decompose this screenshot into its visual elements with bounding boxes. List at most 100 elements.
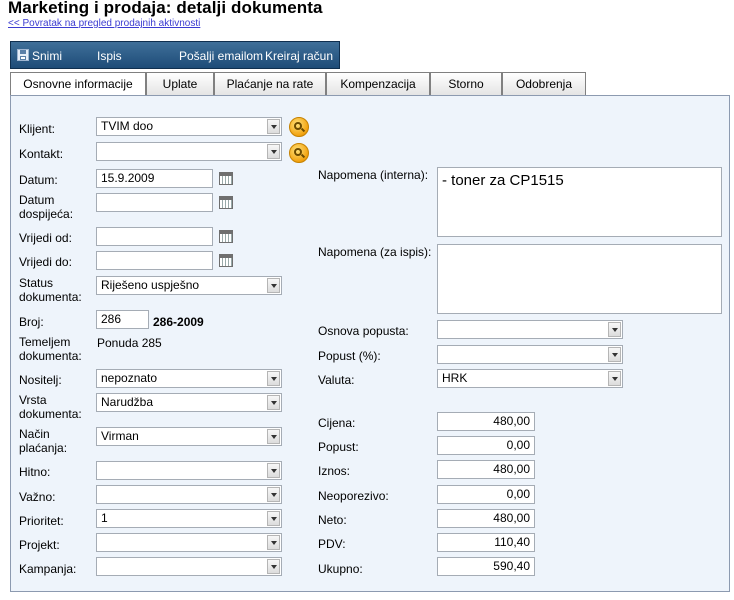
chevron-down-icon[interactable] — [267, 559, 280, 574]
tab-kompenzacija[interactable]: Kompenzacija — [326, 72, 430, 95]
temeljem-value: Ponuda 285 — [97, 336, 162, 350]
popust-pct-select[interactable] — [437, 345, 623, 364]
klijent-value: TVIM doo — [101, 119, 154, 133]
calendar-icon[interactable] — [219, 254, 233, 267]
chevron-down-icon[interactable] — [267, 429, 280, 444]
nacin-placanja-select[interactable]: Virman — [96, 427, 282, 446]
tab-odobrenja[interactable]: Odobrenja — [502, 72, 586, 95]
email-button[interactable]: Pošalji emailom — [179, 49, 263, 63]
status-value: Riješeno uspješno — [101, 278, 200, 292]
chevron-down-icon[interactable] — [267, 144, 280, 159]
calendar-icon[interactable] — [219, 196, 233, 209]
kontakt-label: Kontakt: — [19, 147, 64, 161]
napomena-ispis-label: Napomena (za ispis): — [318, 245, 432, 259]
vrijedi-od-label: Vrijedi od: — [19, 231, 72, 245]
ukupno-label: Ukupno: — [318, 562, 363, 576]
vrsta-select[interactable]: Narudžba — [96, 393, 282, 412]
neto-input[interactable]: 480,00 — [437, 509, 535, 528]
vrsta-label-1: Vrsta — [19, 393, 47, 407]
save-button[interactable]: Snimi — [32, 49, 62, 63]
temeljem-label-1: Temeljem — [19, 335, 71, 349]
chevron-down-icon[interactable] — [267, 487, 280, 502]
vazno-label: Važno: — [19, 490, 56, 504]
kampanja-select[interactable] — [96, 557, 282, 576]
kampanja-label: Kampanja: — [19, 562, 77, 576]
chevron-down-icon[interactable] — [267, 463, 280, 478]
nositelj-value: nepoznato — [101, 371, 158, 385]
tab-storno[interactable]: Storno — [430, 72, 502, 95]
napomena-ispis-textarea[interactable] — [437, 244, 722, 314]
tab-osnovne-informacije[interactable]: Osnovne informacije — [10, 72, 146, 97]
datum-dospijeca-label-1: Datum — [19, 193, 55, 207]
vrijedi-od-input[interactable] — [96, 227, 213, 246]
prioritet-label: Prioritet: — [19, 514, 64, 528]
kontakt-select[interactable] — [96, 142, 282, 161]
nacin-placanja-label-2: plaćanja: — [19, 441, 68, 455]
status-select[interactable]: Riješeno uspješno — [96, 276, 282, 295]
toolbar: Snimi Ispis Pošalji emailom Kreiraj raču… — [10, 41, 340, 69]
nositelj-label: Nositelj: — [19, 373, 62, 387]
chevron-down-icon[interactable] — [608, 347, 621, 362]
search-icon[interactable] — [289, 143, 309, 163]
vazno-select[interactable] — [96, 485, 282, 504]
cijena-input[interactable]: 480,00 — [437, 412, 535, 431]
klijent-label: Klijent: — [19, 122, 56, 136]
datum-label: Datum: — [19, 173, 58, 187]
nositelj-select[interactable]: nepoznato — [96, 369, 282, 388]
hitno-select[interactable] — [96, 461, 282, 480]
popust-pct-label: Popust (%): — [318, 349, 381, 363]
chevron-down-icon[interactable] — [267, 511, 280, 526]
nacin-placanja-value: Virman — [101, 429, 139, 443]
valuta-label: Valuta: — [318, 373, 355, 387]
pdv-input[interactable]: 110,40 — [437, 533, 535, 552]
back-link[interactable]: << Povratak na pregled prodajnih aktivno… — [8, 18, 200, 29]
iznos-label: Iznos: — [318, 464, 351, 478]
chevron-down-icon[interactable] — [267, 119, 280, 134]
print-button[interactable]: Ispis — [97, 49, 122, 63]
vrsta-label-2: dokumenta: — [19, 407, 82, 421]
prioritet-select[interactable]: 1 — [96, 509, 282, 528]
hitno-label: Hitno: — [19, 465, 51, 479]
osnova-popusta-label: Osnova popusta: — [318, 324, 409, 338]
osnova-popusta-select[interactable] — [437, 320, 623, 339]
valuta-select[interactable]: HRK — [437, 369, 623, 388]
neoporezivo-input[interactable]: 0,00 — [437, 485, 535, 504]
iznos-input[interactable]: 480,00 — [437, 460, 535, 479]
chevron-down-icon[interactable] — [608, 371, 621, 386]
vrijedi-do-input[interactable] — [96, 251, 213, 270]
details-panel: Klijent: TVIM doo Kontakt: Datum: 15.9.2… — [10, 95, 730, 592]
projekt-select[interactable] — [96, 533, 282, 552]
datum-input[interactable]: 15.9.2009 — [96, 169, 213, 188]
datum-dospijeca-label-2: dospijeća: — [19, 207, 74, 221]
chevron-down-icon[interactable] — [267, 371, 280, 386]
chevron-down-icon[interactable] — [267, 395, 280, 410]
napomena-interna-textarea[interactable]: - toner za CP1515 — [437, 167, 722, 237]
popust-input[interactable]: 0,00 — [437, 436, 535, 455]
nacin-placanja-label-1: Način — [19, 427, 50, 441]
broj-full-value: 286-2009 — [153, 315, 204, 329]
ukupno-input[interactable]: 590,40 — [437, 557, 535, 576]
vrijedi-do-label: Vrijedi do: — [19, 255, 72, 269]
prioritet-value: 1 — [101, 511, 108, 525]
search-icon[interactable] — [289, 117, 309, 137]
broj-label: Broj: — [19, 315, 44, 329]
status-label-1: Status — [19, 276, 54, 290]
create-invoice-button[interactable]: Kreiraj račun — [265, 49, 333, 63]
calendar-icon[interactable] — [219, 230, 233, 243]
broj-input[interactable]: 286 — [96, 310, 149, 329]
calendar-icon[interactable] — [219, 172, 233, 185]
vrsta-value: Narudžba — [101, 395, 154, 409]
tab-placanje-na-rate[interactable]: Plaćanje na rate — [214, 72, 326, 95]
chevron-down-icon[interactable] — [608, 322, 621, 337]
napomena-interna-label: Napomena (interna): — [318, 168, 429, 182]
pdv-label: PDV: — [318, 537, 346, 551]
chevron-down-icon[interactable] — [267, 535, 280, 550]
klijent-select[interactable]: TVIM doo — [96, 117, 282, 136]
tab-uplate[interactable]: Uplate — [146, 72, 214, 95]
projekt-label: Projekt: — [19, 538, 60, 552]
chevron-down-icon[interactable] — [267, 278, 280, 293]
page-title: Marketing i prodaja: detalji dokumenta — [8, 0, 323, 17]
datum-dospijeca-input[interactable] — [96, 193, 213, 212]
save-icon[interactable] — [17, 49, 29, 61]
cijena-label: Cijena: — [318, 416, 356, 430]
